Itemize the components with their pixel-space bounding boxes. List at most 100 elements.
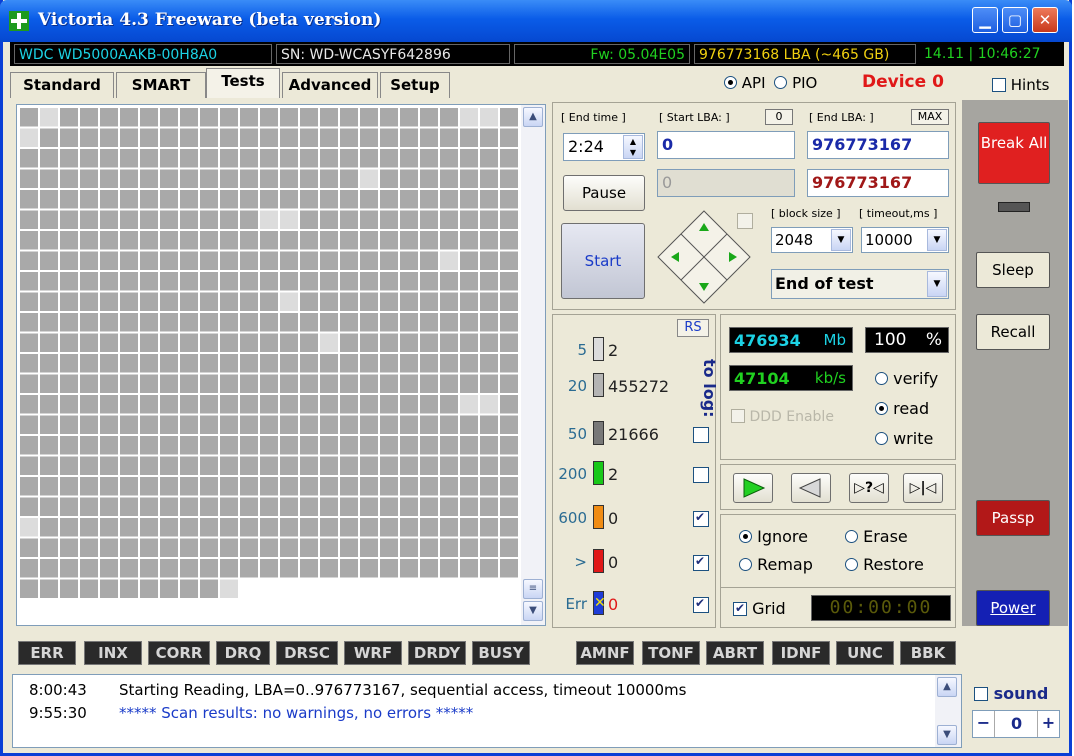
sleep-button[interactable]: Sleep bbox=[976, 252, 1050, 288]
end-lba-input[interactable]: 976773167 bbox=[807, 131, 949, 159]
grid-block bbox=[440, 354, 458, 373]
power-button[interactable]: Power bbox=[976, 590, 1050, 626]
scroll-down-icon[interactable]: ▼ bbox=[937, 725, 957, 745]
break-all-button[interactable]: Break All bbox=[978, 122, 1050, 184]
log-scrollbar[interactable]: ▲ ▼ bbox=[935, 675, 961, 747]
grid-block bbox=[200, 313, 218, 332]
grid-block bbox=[360, 108, 378, 127]
seek-checkbox[interactable] bbox=[737, 213, 753, 229]
maximize-button[interactable]: ▢ bbox=[1002, 7, 1028, 33]
grid-block bbox=[120, 231, 138, 250]
to-log-checkbox[interactable] bbox=[693, 554, 709, 571]
grid-block bbox=[160, 395, 178, 414]
drive-model[interactable]: WDC WD5000AAKB-00H8A0 bbox=[14, 44, 272, 64]
end-time-spinner[interactable]: ▲ ▼ bbox=[623, 135, 643, 159]
tab-advanced[interactable]: Advanced bbox=[282, 72, 378, 98]
passp-button[interactable]: Passp bbox=[976, 500, 1050, 536]
grid-block bbox=[120, 210, 138, 229]
close-button[interactable]: ✕ bbox=[1032, 7, 1058, 33]
sound-plus-button[interactable]: + bbox=[1037, 711, 1059, 737]
ddd-checkbox[interactable] bbox=[731, 409, 745, 423]
grid-block bbox=[80, 108, 98, 127]
scroll-down-icon[interactable]: ▼ bbox=[523, 601, 543, 621]
tab-setup[interactable]: Setup bbox=[380, 72, 450, 98]
restore-radio[interactable] bbox=[845, 558, 858, 571]
grid-block bbox=[300, 108, 318, 127]
verify-radio[interactable] bbox=[875, 372, 888, 385]
tab-smart[interactable]: SMART bbox=[116, 72, 206, 98]
tab-standard[interactable]: Standard bbox=[10, 72, 114, 98]
grid-block bbox=[20, 108, 38, 127]
tab-tests[interactable]: Tests bbox=[206, 68, 280, 98]
grid-block bbox=[380, 190, 398, 209]
grid-block bbox=[120, 313, 138, 332]
to-log-checkbox[interactable] bbox=[693, 510, 709, 527]
grid-block bbox=[480, 313, 498, 332]
grid-block bbox=[160, 538, 178, 557]
end-action-select[interactable]: End of test ▼ bbox=[771, 269, 949, 299]
grid-block bbox=[500, 559, 518, 578]
grid-block bbox=[200, 436, 218, 455]
grid-block bbox=[280, 354, 298, 373]
scan-parameters-panel: [ End time ] 2:24 ▲ ▼ [ Start LBA: ] 0 0 … bbox=[552, 102, 956, 310]
start-lba-reset-button[interactable]: 0 bbox=[765, 109, 793, 125]
random-seek-button[interactable]: ▷?◁ bbox=[849, 473, 889, 503]
to-log-checkbox[interactable] bbox=[693, 596, 709, 613]
grid-block bbox=[380, 292, 398, 311]
grid-checkbox[interactable] bbox=[733, 601, 747, 616]
scroll-thumb[interactable]: ≡ bbox=[523, 579, 543, 599]
start-button[interactable]: Start bbox=[561, 223, 645, 299]
grid-block bbox=[240, 579, 258, 598]
to-log-checkbox[interactable] bbox=[693, 427, 709, 443]
grid-block bbox=[20, 579, 38, 598]
scroll-up-icon[interactable]: ▲ bbox=[937, 677, 957, 697]
grid-block bbox=[60, 415, 78, 434]
scroll-up-icon[interactable]: ▲ bbox=[523, 107, 543, 127]
minimize-button[interactable]: ▁ bbox=[972, 7, 998, 33]
read-radio[interactable] bbox=[875, 402, 888, 415]
grid-block bbox=[480, 497, 498, 516]
butterfly-button[interactable]: ▷|◁ bbox=[903, 473, 943, 503]
to-log-checkbox[interactable] bbox=[693, 467, 709, 483]
pause-button[interactable]: Pause bbox=[563, 175, 645, 211]
grid-block bbox=[260, 210, 278, 229]
write-radio[interactable] bbox=[875, 432, 888, 445]
grid-block bbox=[420, 374, 438, 393]
grid-block bbox=[400, 313, 418, 332]
grid-block bbox=[380, 333, 398, 352]
sound-checkbox[interactable] bbox=[974, 687, 988, 701]
play-forward-button[interactable] bbox=[733, 473, 773, 503]
ignore-radio[interactable] bbox=[739, 530, 752, 543]
recall-button[interactable]: Recall bbox=[976, 314, 1050, 350]
write-option: write bbox=[875, 429, 933, 448]
grid-block bbox=[360, 374, 378, 393]
erase-radio[interactable] bbox=[845, 530, 858, 543]
grid-block bbox=[120, 497, 138, 516]
grid-scrollbar[interactable]: ▲ ≡ ▼ bbox=[521, 105, 545, 625]
grid-block bbox=[480, 559, 498, 578]
timeout-select[interactable]: 10000 ▼ bbox=[861, 227, 949, 253]
hints-checkbox[interactable] bbox=[992, 78, 1006, 92]
grid-block bbox=[480, 538, 498, 557]
sound-stepper[interactable]: − 0 + bbox=[972, 710, 1060, 738]
sound-minus-button[interactable]: − bbox=[973, 711, 995, 737]
play-backward-button[interactable] bbox=[791, 473, 831, 503]
title-bar[interactable]: Victoria 4.3 Freeware (beta version) ▁ ▢… bbox=[0, 0, 1072, 42]
grid-block bbox=[480, 272, 498, 291]
pio-radio[interactable] bbox=[774, 76, 788, 89]
end-lba-max-button[interactable]: MAX bbox=[911, 109, 949, 125]
grid-block bbox=[60, 579, 78, 598]
rs-button[interactable]: RS bbox=[677, 319, 709, 337]
grid-block bbox=[300, 559, 318, 578]
block-size-select[interactable]: 2048 ▼ bbox=[771, 227, 853, 253]
grid-block bbox=[460, 538, 478, 557]
remap-radio[interactable] bbox=[739, 558, 752, 571]
indicator-abrt: ABRT bbox=[706, 641, 764, 665]
grid-block bbox=[100, 436, 118, 455]
grid-block bbox=[180, 333, 198, 352]
start-lba-input[interactable]: 0 bbox=[657, 131, 795, 159]
grid-block bbox=[280, 518, 298, 537]
grid-block bbox=[120, 333, 138, 352]
api-radio[interactable] bbox=[724, 76, 737, 89]
grid-block bbox=[80, 313, 98, 332]
